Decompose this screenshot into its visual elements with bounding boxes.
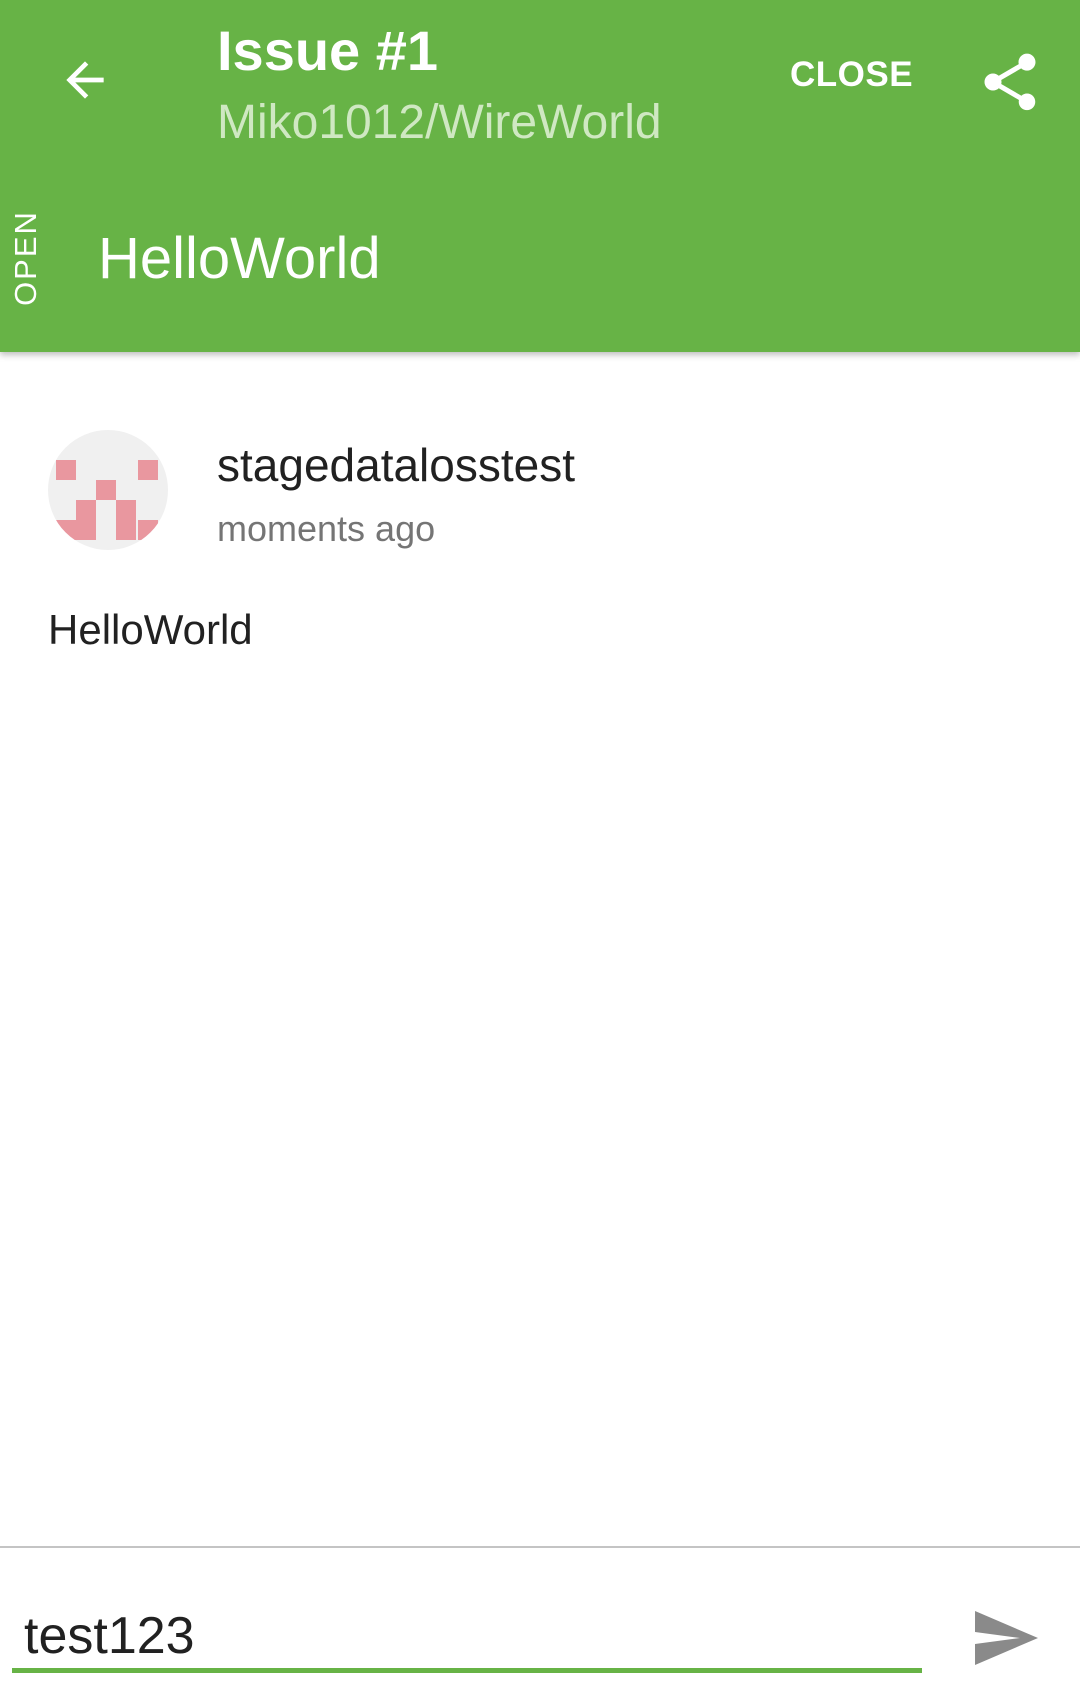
issue-title: HelloWorld — [98, 226, 381, 291]
comment-input-bar — [0, 1546, 1080, 1701]
page-title: Issue #1 — [217, 19, 439, 82]
comment-author[interactable]: stagedatalosstest — [217, 438, 575, 492]
send-icon — [975, 1611, 1038, 1665]
back-button[interactable] — [40, 30, 130, 130]
issue-state-label: OPEN — [8, 210, 43, 306]
comment-body: HelloWorld — [48, 606, 253, 653]
comment-input[interactable] — [12, 1603, 922, 1673]
repository-name: Miko1012/WireWorld — [217, 96, 662, 149]
close-issue-button[interactable]: CLOSE — [790, 55, 913, 105]
share-button[interactable] — [970, 42, 1050, 122]
send-button[interactable] — [960, 1593, 1050, 1683]
comment-timestamp: moments ago — [217, 508, 436, 549]
app-bar: Issue #1 Miko1012/WireWorld CLOSE OPEN H… — [0, 0, 1080, 352]
share-icon — [984, 53, 1036, 111]
avatar[interactable] — [48, 430, 168, 550]
arrow-back-icon — [66, 61, 104, 99]
